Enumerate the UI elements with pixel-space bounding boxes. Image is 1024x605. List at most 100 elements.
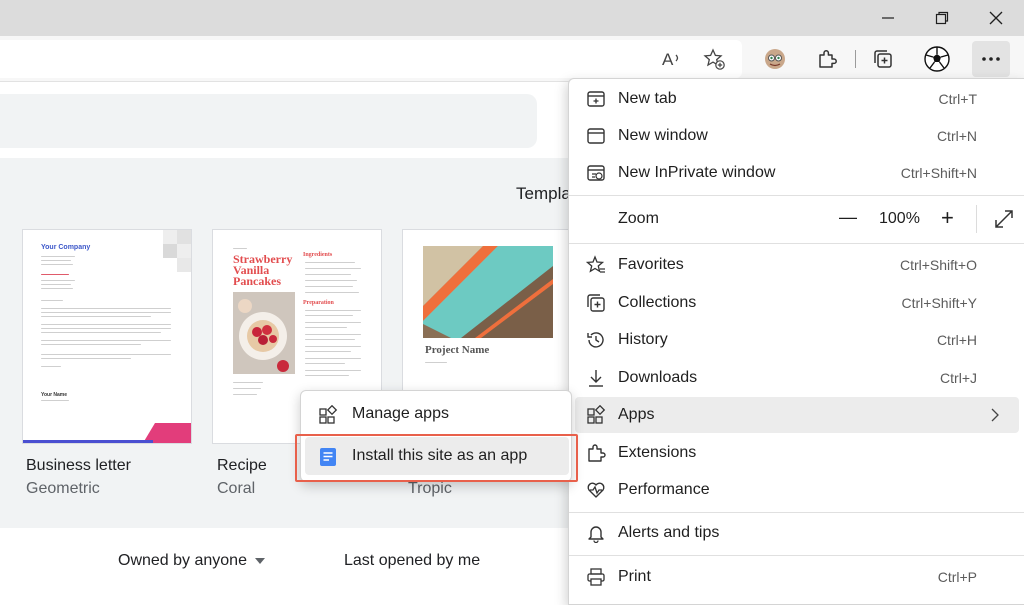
menu-item-downloads[interactable]: Downloads Ctrl+J bbox=[575, 360, 1019, 396]
menu-item-collections[interactable]: Collections Ctrl+Shift+Y bbox=[575, 285, 1019, 321]
browser-toolbar: A bbox=[0, 36, 1024, 82]
recipe-preparation-heading: Preparation bbox=[303, 300, 334, 306]
menu-item-favorites[interactable]: Favorites Ctrl+Shift+O bbox=[575, 247, 1019, 283]
apps-submenu: Manage apps Install this site as an app bbox=[300, 390, 572, 482]
menu-item-label: Extensions bbox=[618, 444, 697, 461]
menu-item-print[interactable]: Print Ctrl+P bbox=[575, 559, 1019, 595]
profile-avatar-button[interactable] bbox=[758, 42, 792, 76]
more-options-icon bbox=[982, 57, 1000, 61]
puzzle-icon bbox=[819, 50, 837, 68]
menu-item-label: Alerts and tips bbox=[618, 524, 720, 541]
template-subtitle: Tropic bbox=[408, 480, 452, 497]
menu-item-history[interactable]: History Ctrl+H bbox=[575, 322, 1019, 358]
read-aloud-button[interactable]: A bbox=[655, 42, 689, 76]
zoom-level-value: 100% bbox=[879, 210, 920, 227]
manage-apps-icon bbox=[317, 404, 339, 426]
new-tab-icon bbox=[585, 88, 607, 110]
owner-filter-label: Owned by anyone bbox=[118, 552, 247, 569]
zoom-in-button[interactable]: + bbox=[941, 205, 954, 231]
settings-and-more-menu: New tab Ctrl+T New window Ctrl+N New InP… bbox=[568, 78, 1024, 605]
menu-item-label: New InPrivate window bbox=[618, 164, 776, 181]
avatar-icon bbox=[765, 49, 785, 69]
menu-item-new-tab[interactable]: New tab Ctrl+T bbox=[575, 81, 1019, 117]
collections-toolbar-button[interactable] bbox=[866, 42, 900, 76]
close-icon bbox=[989, 11, 1003, 25]
letter-company-name: Your Company bbox=[41, 244, 91, 251]
restore-button[interactable] bbox=[920, 4, 964, 32]
letter-signature-name: Your Name bbox=[41, 392, 68, 398]
menu-item-apps[interactable]: Apps bbox=[575, 397, 1019, 433]
docs-search-bar[interactable] bbox=[0, 94, 537, 148]
menu-item-new-window[interactable]: New window Ctrl+N bbox=[575, 118, 1019, 154]
footer-bar bbox=[23, 440, 153, 443]
menu-item-label: New tab bbox=[618, 90, 677, 107]
fullscreen-button[interactable] bbox=[993, 208, 1015, 235]
title-bar bbox=[0, 0, 1024, 36]
menu-divider bbox=[569, 243, 1024, 244]
menu-item-alerts-and-tips[interactable]: Alerts and tips bbox=[575, 515, 1019, 551]
inprivate-icon bbox=[585, 162, 607, 184]
submenu-item-manage-apps[interactable]: Manage apps bbox=[305, 395, 569, 433]
menu-item-shortcut: Ctrl+T bbox=[938, 91, 978, 107]
submenu-item-label: Install this site as an app bbox=[352, 447, 528, 464]
zoom-out-button[interactable]: — bbox=[839, 207, 857, 228]
address-bar[interactable]: A bbox=[0, 40, 742, 78]
template-gallery-label[interactable]: Templa bbox=[516, 184, 571, 204]
minimize-icon bbox=[882, 17, 894, 19]
menu-item-zoom: Zoom — 100% + bbox=[575, 201, 1019, 237]
add-favorite-button[interactable] bbox=[697, 42, 731, 76]
geometric-corner-decoration bbox=[145, 230, 191, 276]
svg-text:A: A bbox=[662, 50, 674, 69]
menu-item-label: Apps bbox=[618, 406, 655, 423]
template-subtitle: Coral bbox=[217, 480, 256, 497]
tropic-project-name: Project Name bbox=[425, 344, 490, 356]
owner-filter-dropdown[interactable]: Owned by anyone bbox=[118, 552, 265, 570]
bell-icon bbox=[585, 522, 607, 544]
menu-item-label: Favorites bbox=[618, 256, 684, 273]
template-subtitle: Geometric bbox=[26, 480, 100, 497]
settings-and-more-button[interactable] bbox=[972, 41, 1010, 77]
print-icon bbox=[585, 566, 607, 588]
menu-item-shortcut: Ctrl+Shift+N bbox=[900, 165, 977, 181]
recipe-photo bbox=[233, 292, 295, 374]
minimize-button[interactable] bbox=[866, 4, 910, 32]
menu-divider bbox=[569, 512, 1024, 513]
soccer-extension-button[interactable] bbox=[920, 42, 954, 76]
menu-item-shortcut: Ctrl+J bbox=[940, 370, 977, 386]
template-name: Business letter bbox=[26, 457, 131, 474]
menu-item-label: Print bbox=[618, 568, 651, 585]
history-icon bbox=[585, 329, 607, 351]
menu-divider bbox=[569, 555, 1024, 556]
menu-item-label: New window bbox=[618, 127, 708, 144]
new-window-icon bbox=[585, 125, 607, 147]
last-opened-filter[interactable]: Last opened by me bbox=[344, 552, 480, 570]
soccer-ball-icon bbox=[924, 46, 950, 72]
star-add-icon bbox=[703, 48, 725, 70]
extensions-toolbar-button[interactable] bbox=[810, 42, 844, 76]
menu-item-performance[interactable]: Performance bbox=[575, 472, 1019, 508]
close-window-button[interactable] bbox=[974, 4, 1018, 32]
restore-icon bbox=[935, 11, 949, 25]
fullscreen-icon bbox=[995, 210, 1013, 228]
submenu-item-install-site-as-app[interactable]: Install this site as an app bbox=[305, 437, 569, 475]
menu-item-label: Collections bbox=[618, 294, 697, 311]
menu-item-shortcut: Ctrl+N bbox=[936, 128, 977, 144]
apps-icon bbox=[585, 404, 607, 426]
menu-item-new-inprivate-window[interactable]: New InPrivate window Ctrl+Shift+N bbox=[575, 155, 1019, 191]
menu-divider bbox=[569, 195, 1024, 196]
menu-item-extensions[interactable]: Extensions bbox=[575, 435, 1019, 471]
read-aloud-icon: A bbox=[662, 50, 679, 69]
menu-item-shortcut: Ctrl+Shift+O bbox=[899, 257, 977, 273]
menu-item-shortcut: Ctrl+H bbox=[936, 332, 977, 348]
menu-item-label: Downloads bbox=[618, 369, 698, 386]
recipe-ingredients-heading: Ingredients bbox=[303, 252, 333, 258]
submenu-item-label: Manage apps bbox=[352, 405, 449, 422]
menu-item-shortcut: Ctrl+P bbox=[937, 569, 977, 585]
menu-item-label: History bbox=[618, 331, 668, 348]
template-card-business-letter[interactable]: Your Company Your Name bbox=[22, 229, 192, 444]
docs-app-icon bbox=[317, 446, 339, 468]
menu-item-shortcut: Ctrl+Shift+Y bbox=[901, 295, 977, 311]
favorites-icon bbox=[585, 254, 607, 276]
downloads-icon bbox=[585, 367, 607, 389]
toolbar-divider bbox=[855, 50, 856, 68]
